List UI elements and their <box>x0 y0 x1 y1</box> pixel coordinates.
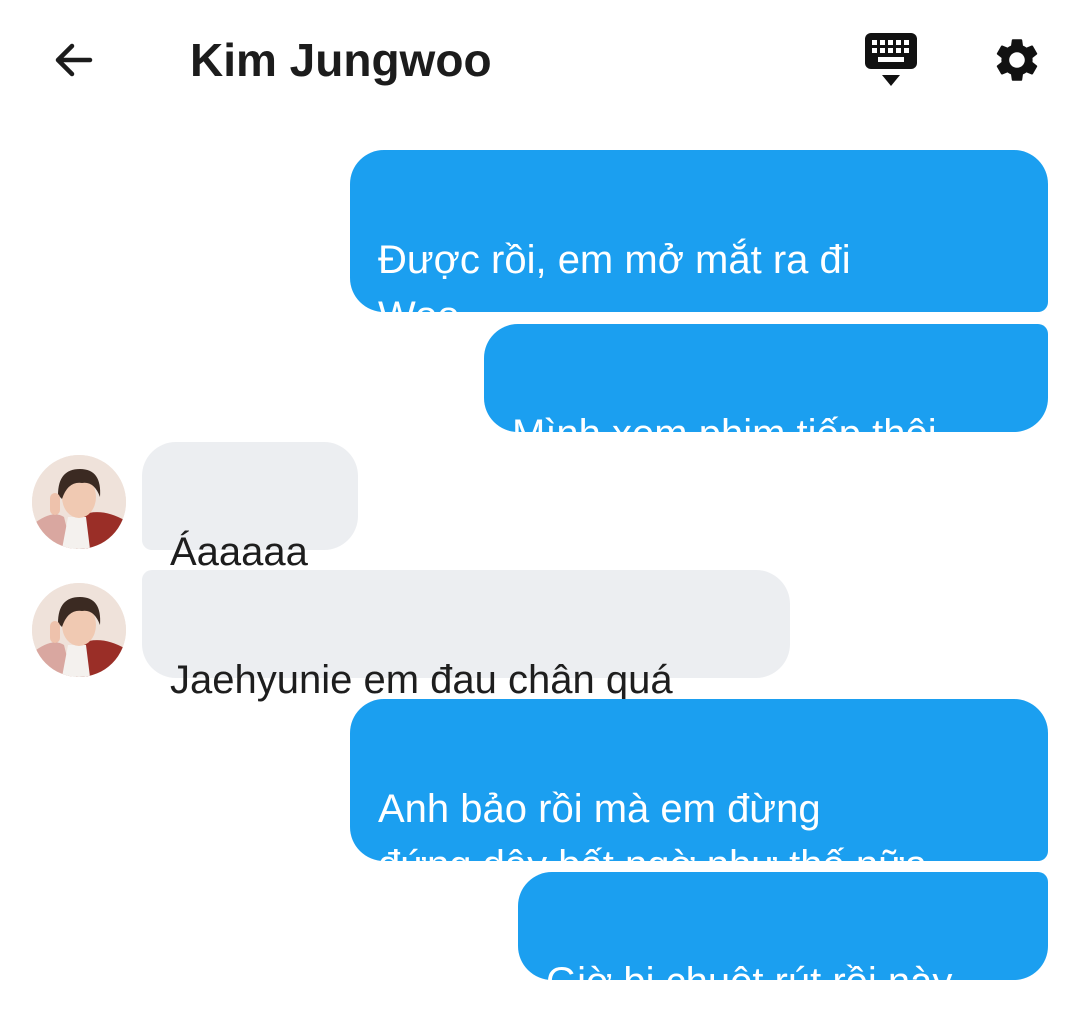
message-text: Jaehyunie em đau chân quá <box>170 658 673 702</box>
avatar[interactable] <box>32 455 126 549</box>
message-text: Giờ bị chuột rút rồi này <box>546 960 953 1004</box>
keyboard-toggle-button[interactable] <box>858 30 924 90</box>
message-bubble-outgoing[interactable]: Anh bảo rồi mà em đừng đứng dậy bất ngờ … <box>350 699 1048 887</box>
message-bubble-incoming[interactable]: Áaaaaa <box>142 442 358 574</box>
conversation-title: Kim Jungwoo <box>190 34 492 86</box>
avatar-image <box>32 583 126 677</box>
chat-header: Kim Jungwoo <box>0 0 1080 120</box>
back-button[interactable] <box>44 30 104 90</box>
message-text: Được rồi, em mở mắt ra đi Woo <box>378 238 851 338</box>
message-bubble-outgoing[interactable]: Giờ bị chuột rút rồi này <box>518 872 1048 1004</box>
message-text: Mình xem phim tiếp thôi <box>512 412 937 456</box>
message-bubble-incoming[interactable]: Jaehyunie em đau chân quá <box>142 570 790 702</box>
avatar[interactable] <box>32 583 126 677</box>
message-text: Áaaaaa <box>170 530 308 574</box>
message-bubble-outgoing[interactable]: Mình xem phim tiếp thôi <box>484 324 1048 456</box>
message-bubble-outgoing[interactable]: Được rồi, em mở mắt ra đi Woo <box>350 150 1048 338</box>
arrow-left-icon <box>55 43 93 77</box>
settings-button[interactable] <box>984 30 1050 90</box>
avatar-image <box>32 455 126 549</box>
gear-icon <box>996 39 1038 81</box>
keyboard-hide-icon <box>865 33 917 86</box>
